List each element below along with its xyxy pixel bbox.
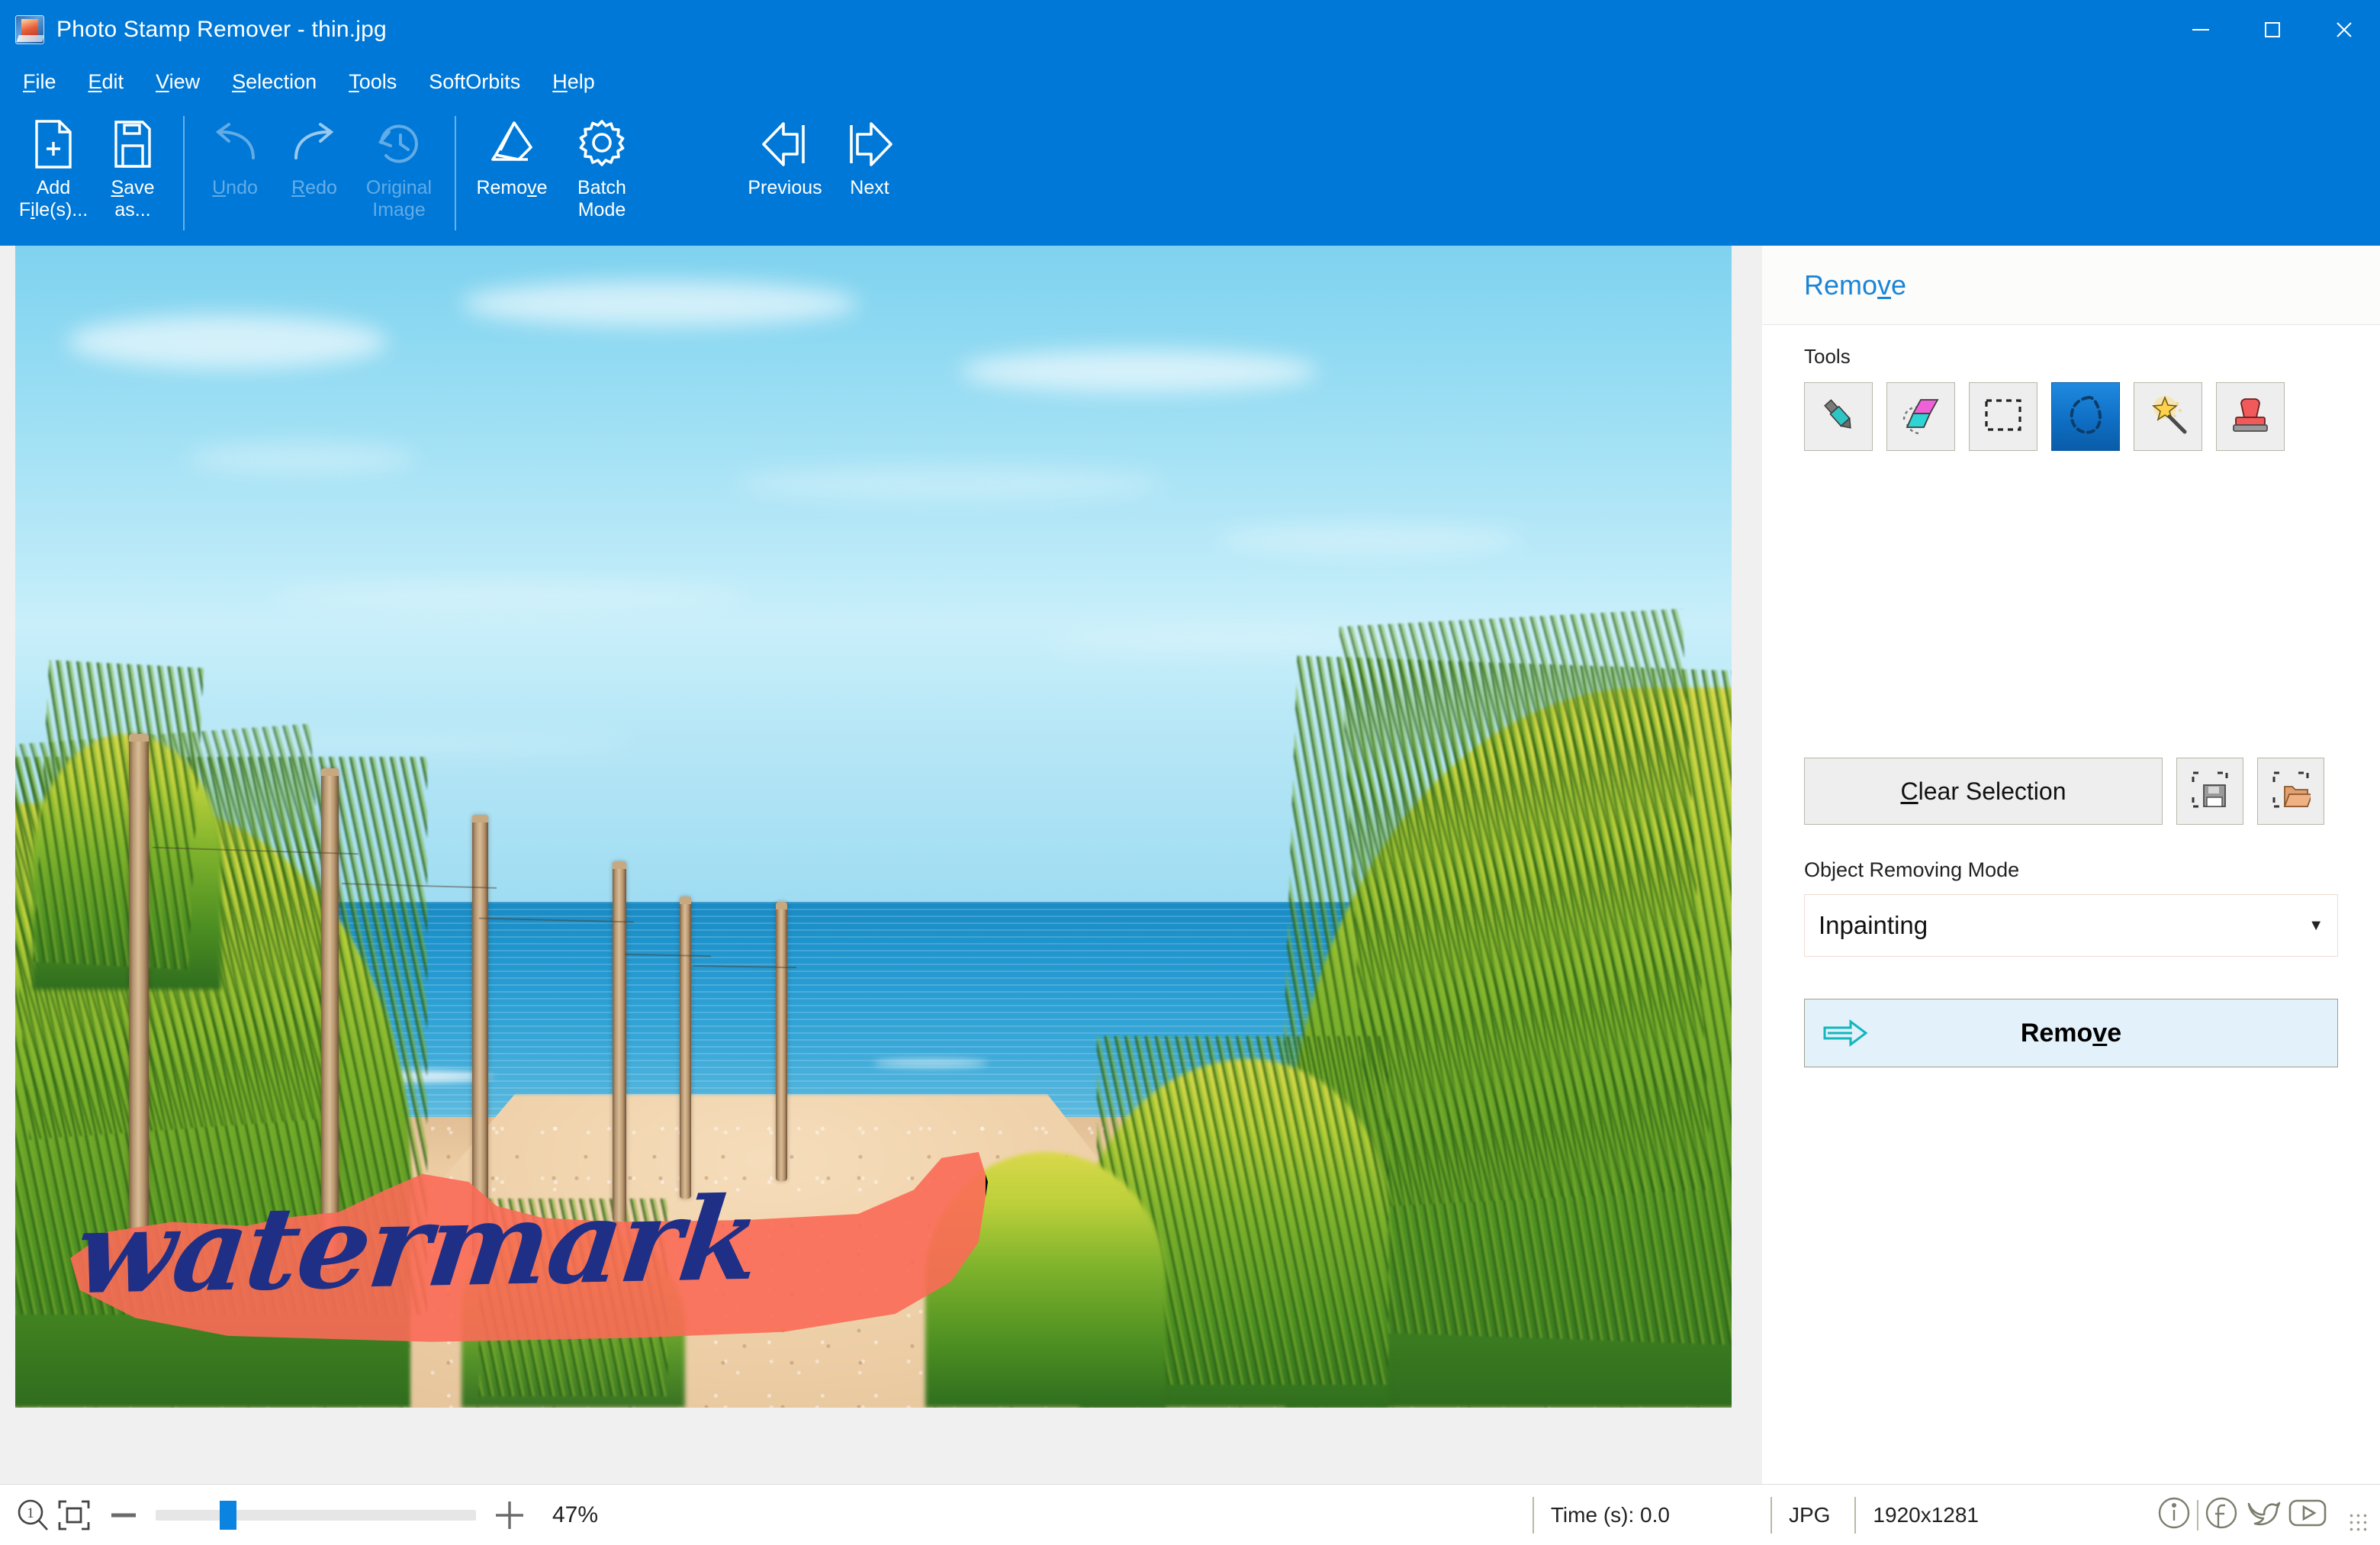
redo-icon <box>290 114 339 174</box>
fence-post <box>775 902 787 1181</box>
remove-button[interactable]: Remove <box>1804 999 2338 1067</box>
toolbar-separator <box>455 116 456 230</box>
menu-item-view[interactable]: View <box>156 70 200 94</box>
toolbar-label: Redo <box>291 177 337 198</box>
minimize-icon[interactable] <box>2165 0 2237 60</box>
panel-header: Remove <box>1762 246 2380 325</box>
add-file-icon <box>32 114 75 174</box>
toolbar-remove[interactable]: Remove <box>467 104 557 246</box>
stamp-tool[interactable] <box>2216 382 2285 451</box>
toolbar-label: Batch Mode <box>577 177 626 220</box>
toolbar-label: Save as... <box>111 177 155 220</box>
canvas-work-area: watermark <box>0 246 1762 1484</box>
resize-grip-icon[interactable] <box>2348 1511 2368 1532</box>
tools-row <box>1762 382 2380 451</box>
title-bar: Photo Stamp Remover - thin.jpg <box>0 0 2380 60</box>
previous-arrow-icon <box>761 114 809 174</box>
menu-item-selection[interactable]: Selection <box>232 70 317 94</box>
lasso-icon <box>2066 394 2105 440</box>
marker-tool[interactable] <box>1804 382 1873 451</box>
toolbar-add-files[interactable]: Add File(s)... <box>14 104 93 246</box>
magic-wand-icon <box>2147 394 2189 440</box>
page-title: Remove <box>1804 269 1907 301</box>
tools-section-label: Tools <box>1804 345 1851 368</box>
youtube-icon[interactable] <box>2287 1495 2328 1534</box>
main-toolbar: Add File(s)... Save as... Undo Redo Orig… <box>0 104 2380 246</box>
save-selection-button[interactable] <box>2176 758 2243 825</box>
zoom-slider-handle[interactable] <box>220 1500 236 1530</box>
toolbar-previous[interactable]: Previous <box>740 104 830 246</box>
window-title: Photo Stamp Remover - thin.jpg <box>56 17 387 42</box>
facebook-icon[interactable] <box>2203 1495 2240 1535</box>
rect-select-tool[interactable] <box>1969 382 2037 451</box>
app-photo-icon <box>15 15 44 44</box>
undo-icon <box>211 114 259 174</box>
menu-item-softorbits[interactable]: SoftOrbits <box>429 70 520 94</box>
menu-item-edit[interactable]: Edit <box>88 70 124 94</box>
toolbar-separator <box>183 116 185 230</box>
original-image-icon <box>375 114 423 174</box>
object-removing-mode-label: Object Removing Mode <box>1804 858 2020 881</box>
menu-item-file[interactable]: File <box>23 70 56 94</box>
menu-bar: File Edit View Selection Tools SoftOrbit… <box>0 60 2380 104</box>
object-removing-mode-select[interactable]: Inpainting ▼ <box>1804 894 2338 957</box>
toolbar-label: Next <box>850 177 889 198</box>
time-label: Time (s): 0.0 <box>1550 1502 1670 1527</box>
svg-text:1: 1 <box>27 1505 34 1521</box>
selection-actions-row: Clear Selection <box>1762 758 2380 825</box>
menu-item-tools[interactable]: Tools <box>349 70 397 94</box>
maximize-icon[interactable] <box>2237 0 2308 60</box>
toolbar-batch-mode[interactable]: Batch Mode <box>557 104 647 246</box>
twitter-icon[interactable] <box>2244 1495 2282 1535</box>
gear-icon <box>577 114 627 174</box>
open-selection-icon <box>2271 770 2314 813</box>
window-controls <box>2165 0 2380 60</box>
zoom-in-button[interactable] <box>493 1498 526 1532</box>
image-canvas[interactable]: watermark <box>15 246 1732 1408</box>
info-icon[interactable] <box>2156 1495 2192 1535</box>
save-selection-icon <box>2190 770 2230 813</box>
next-arrow-icon <box>845 114 894 174</box>
format-label: JPG <box>1788 1502 1831 1527</box>
right-panel: Remove Tools C lear Selection Object Rem… <box>1762 246 2380 1484</box>
zoom-fit-icon[interactable] <box>56 1498 92 1533</box>
close-icon[interactable] <box>2308 0 2380 60</box>
toolbar-save-as[interactable]: Save as... <box>93 104 172 246</box>
mode-selected-value: Inpainting <box>1819 911 1928 939</box>
lasso-select-tool[interactable] <box>2051 382 2120 451</box>
toolbar-label: Previous <box>748 177 822 198</box>
toolbar-undo[interactable]: Undo <box>195 104 275 246</box>
magic-wand-tool[interactable] <box>2134 382 2202 451</box>
toolbar-label: Remove <box>476 177 548 198</box>
watermark-selection[interactable]: watermark <box>61 1146 988 1346</box>
marker-icon <box>1818 394 1859 439</box>
eraser-icon <box>488 114 536 174</box>
chevron-down-icon: ▼ <box>2308 916 2324 934</box>
clear-selection-button[interactable]: Clear Selection <box>1804 758 2163 825</box>
zoom-out-button[interactable] <box>108 1500 139 1531</box>
toolbar-label: Add File(s)... <box>18 177 88 220</box>
toolbar-redo[interactable]: Redo <box>275 104 354 246</box>
status-bar: 1 47% Time (s): 0.0 JPG 1920x1281 <box>0 1484 2380 1545</box>
dimensions-label: 1920x1281 <box>1873 1502 1979 1527</box>
open-selection-button[interactable] <box>2257 758 2324 825</box>
watermark-text: watermark <box>68 1171 767 1321</box>
stamp-icon <box>2231 394 2269 439</box>
social-links <box>2156 1495 2328 1535</box>
toolbar-label: Original Image <box>365 177 433 220</box>
social-divider <box>2197 1499 2198 1531</box>
eraser-tool[interactable] <box>1886 382 1955 451</box>
toolbar-next[interactable]: Next <box>830 104 909 246</box>
menu-item-help[interactable]: Help <box>552 70 595 94</box>
toolbar-original-image[interactable]: Original Image <box>354 104 444 246</box>
eraser-tool-icon <box>1899 394 1942 440</box>
zoom-percent-label: 47% <box>552 1502 599 1527</box>
zoom-slider[interactable] <box>156 1500 476 1530</box>
remove-button-label: Remove <box>2020 1018 2122 1048</box>
save-as-icon <box>112 114 153 174</box>
zoom-actual-size-icon[interactable]: 1 <box>15 1498 50 1533</box>
toolbar-label: Undo <box>212 177 258 198</box>
rectangle-select-icon <box>1983 397 2023 437</box>
